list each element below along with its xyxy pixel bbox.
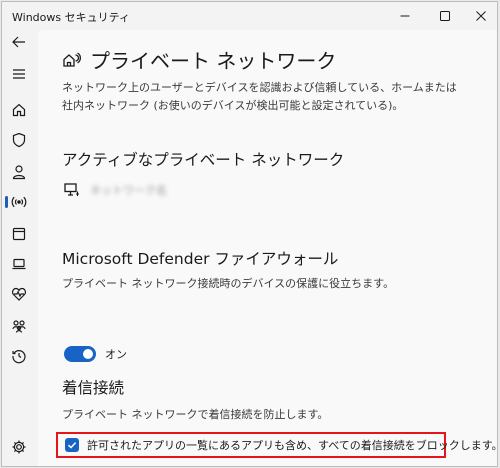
firewall-toggle-row: オン: [64, 346, 127, 362]
nav-item-account-protection[interactable]: [4, 160, 34, 184]
checkmark-icon: [67, 442, 77, 449]
main-content: プライベート ネットワーク ネットワーク上のユーザーとデバイスを認識および信頼し…: [38, 30, 497, 466]
close-icon: [476, 11, 486, 21]
back-arrow-icon: [12, 36, 25, 48]
maximize-icon: [440, 11, 450, 21]
history-icon: [12, 350, 26, 364]
app-window: Windows セキュリティ プライベート ネットワーク ネットワーク上のユーザ…: [1, 1, 498, 467]
nav-selected-indicator: [5, 196, 8, 208]
close-button[interactable]: [463, 2, 497, 30]
title-bar: Windows セキュリティ: [2, 2, 497, 30]
menu-button[interactable]: [4, 62, 34, 86]
firewall-heading: Microsoft Defender ファイアウォール: [62, 250, 339, 268]
page-header: プライベート ネットワーク: [62, 45, 336, 74]
navigation-rail: [2, 30, 36, 466]
window-title: Windows セキュリティ: [12, 11, 130, 24]
incoming-connections-heading: 着信接続: [62, 379, 125, 397]
person-icon: [12, 165, 26, 180]
back-button[interactable]: [4, 30, 34, 54]
block-all-checkbox[interactable]: [65, 438, 79, 452]
minimize-button[interactable]: [387, 2, 423, 30]
family-icon: [12, 320, 26, 333]
block-all-checkbox-label[interactable]: 許可されたアプリの一覧にあるアプリも含め、すべての着信接続をブロックします。: [87, 437, 497, 453]
wireless-icon: [11, 196, 27, 208]
block-all-highlight: 許可されたアプリの一覧にあるアプリも含め、すべての着信接続をブロックします。: [56, 432, 497, 458]
nav-item-device-health[interactable]: [4, 282, 34, 306]
page-description: ネットワーク上のユーザーとデバイスを認識および信頼している、ホームまたは社内ネッ…: [62, 81, 457, 112]
firewall-description: プライベート ネットワーク接続時のデバイスの保護に役立ちます。: [62, 277, 395, 290]
nav-item-virus-protection[interactable]: [4, 128, 34, 152]
maximize-button[interactable]: [427, 2, 463, 30]
shield-icon: [12, 132, 26, 148]
nav-item-family-options[interactable]: [4, 314, 34, 338]
toggle-state-label: オン: [105, 348, 127, 361]
firewall-toggle-switch[interactable]: [64, 346, 96, 362]
private-network-icon: [63, 51, 81, 67]
nav-item-home[interactable]: [4, 98, 34, 122]
nav-item-app-browser[interactable]: [4, 222, 34, 246]
nav-item-device-security[interactable]: [4, 252, 34, 276]
minimize-icon: [400, 15, 410, 17]
app-browser-icon: [12, 227, 26, 241]
active-network-item: ネットワーク名: [64, 182, 167, 198]
hamburger-menu-icon: [13, 69, 25, 79]
active-networks-heading: アクティブなプライベート ネットワーク: [62, 151, 345, 169]
home-icon: [12, 103, 26, 117]
network-name: ネットワーク名: [90, 184, 167, 197]
toggle-knob: [83, 349, 93, 359]
incoming-connections-description: プライベート ネットワークで着信接続を防止します。: [62, 408, 329, 421]
nav-item-settings[interactable]: [4, 435, 34, 459]
laptop-icon: [12, 258, 26, 270]
health-icon: [12, 287, 26, 301]
gear-icon: [12, 440, 26, 454]
monitor-network-icon: [64, 183, 79, 196]
nav-item-protection-history[interactable]: [4, 344, 34, 368]
nav-item-firewall-network[interactable]: [4, 190, 34, 214]
page-title: プライベート ネットワーク: [90, 49, 337, 73]
